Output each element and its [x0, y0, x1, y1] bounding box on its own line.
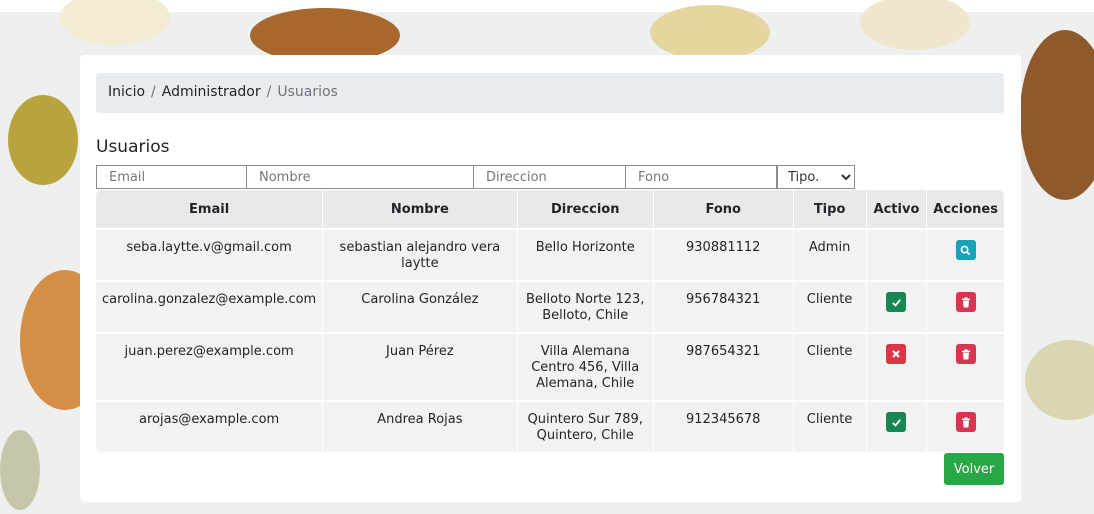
cell-acciones [927, 332, 1004, 400]
cell-activo [866, 400, 928, 452]
search-icon[interactable] [955, 240, 976, 260]
users-table: Email Nombre Direccion Fono Tipo Activo … [96, 190, 1004, 452]
cell-direccion: Belloto Norte 123, Belloto, Chile [517, 280, 654, 332]
breadcrumb-administrador[interactable]: Administrador [162, 84, 261, 100]
x-icon[interactable] [886, 344, 907, 364]
direccion-filter-input[interactable] [473, 165, 626, 189]
table-row: carolina.gonzalez@example.com Carolina G… [96, 280, 1004, 332]
column-header-acciones: Acciones [927, 190, 1004, 228]
column-header-email: Email [96, 190, 324, 228]
cell-acciones [927, 400, 1004, 452]
trash-icon[interactable] [955, 344, 976, 364]
column-header-fono: Fono [653, 190, 794, 228]
cell-email: seba.laytte.v@gmail.com [96, 228, 324, 280]
cell-tipo: Admin [793, 228, 867, 280]
breadcrumb-usuarios: Usuarios [277, 84, 338, 100]
trash-icon[interactable] [955, 412, 976, 432]
column-header-tipo: Tipo [793, 190, 867, 228]
table-row: seba.laytte.v@gmail.com sebastian alejan… [96, 228, 1004, 280]
email-filter-input[interactable] [96, 165, 247, 189]
column-header-direccion: Direccion [517, 190, 654, 228]
breadcrumb-inicio[interactable]: Inicio [108, 84, 145, 100]
cell-email: juan.perez@example.com [96, 332, 324, 400]
cell-direccion: Villa Alemana Centro 456, Villa Alemana,… [517, 332, 654, 400]
trash-icon[interactable] [955, 292, 976, 312]
table-header-row: Email Nombre Direccion Fono Tipo Activo … [96, 190, 1004, 228]
cell-activo [866, 332, 928, 400]
column-header-nombre: Nombre [323, 190, 518, 228]
cell-fono: 912345678 [653, 400, 794, 452]
cell-tipo: Cliente [793, 280, 867, 332]
cell-acciones [927, 280, 1004, 332]
page-title: Usuarios [96, 137, 170, 157]
cell-activo [866, 228, 928, 280]
cell-activo [866, 280, 928, 332]
cell-nombre: Carolina González [323, 280, 518, 332]
cell-email: arojas@example.com [96, 400, 324, 452]
breadcrumb-separator: / [266, 84, 272, 100]
check-icon[interactable] [886, 292, 907, 312]
cell-nombre: sebastian alejandro vera laytte [323, 228, 518, 280]
fono-filter-input[interactable] [625, 165, 777, 189]
cell-fono: 956784321 [653, 280, 794, 332]
cell-direccion: Quintero Sur 789, Quintero, Chile [517, 400, 654, 452]
cell-tipo: Cliente [793, 400, 867, 452]
column-header-activo: Activo [866, 190, 928, 228]
cell-email: carolina.gonzalez@example.com [96, 280, 324, 332]
breadcrumb: Inicio / Administrador / Usuarios [96, 73, 1004, 113]
cell-nombre: Juan Pérez [323, 332, 518, 400]
cell-nombre: Andrea Rojas [323, 400, 518, 452]
cell-acciones [927, 228, 1004, 280]
cell-tipo: Cliente [793, 332, 867, 400]
table-row: juan.perez@example.com Juan Pérez Villa … [96, 332, 1004, 400]
volver-button[interactable]: Volver [944, 453, 1004, 485]
users-card: Inicio / Administrador / Usuarios Usuarios T… [80, 55, 1021, 502]
check-icon[interactable] [886, 412, 907, 432]
nombre-filter-input[interactable] [246, 165, 474, 189]
table-row: arojas@example.com Andrea Rojas Quintero… [96, 400, 1004, 452]
cell-direccion: Bello Horizonte [517, 228, 654, 280]
cell-fono: 930881112 [653, 228, 794, 280]
breadcrumb-separator: / [151, 84, 156, 100]
cell-fono: 987654321 [653, 332, 794, 400]
tipo-filter-select[interactable]: Tipo. [777, 165, 855, 189]
